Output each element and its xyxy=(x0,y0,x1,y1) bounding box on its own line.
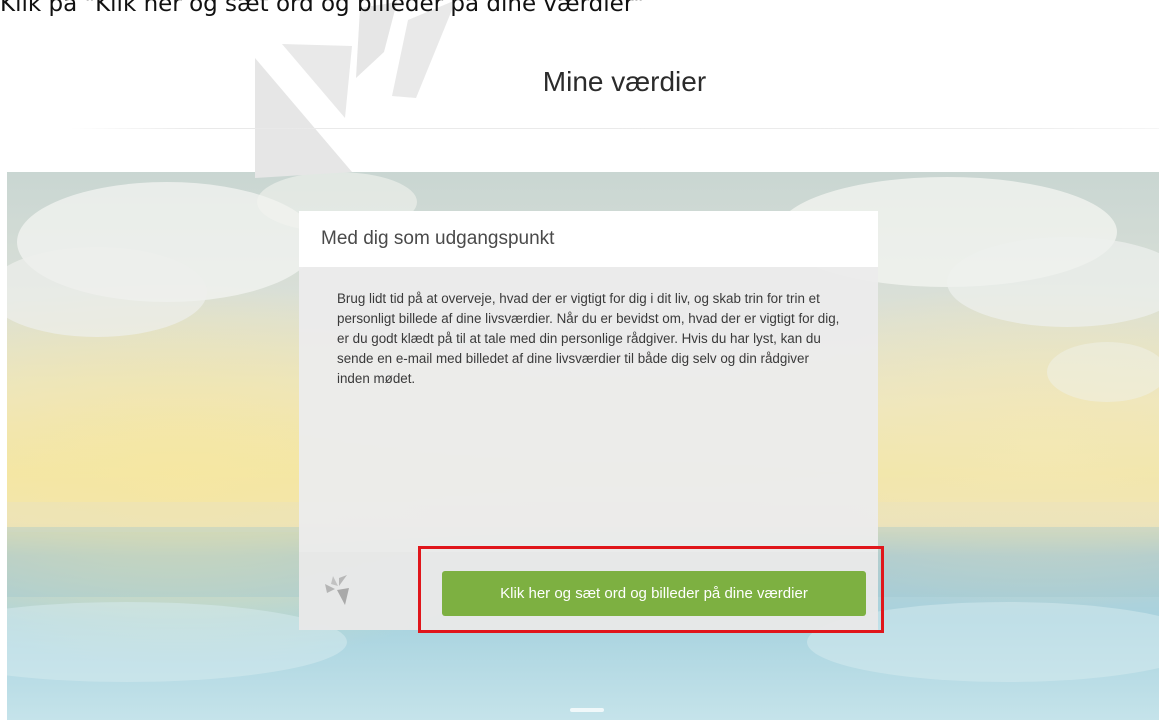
instruction-text: Klik på "Klik her og sæt ord og billeder… xyxy=(0,0,644,17)
card-body: Brug lidt tid på at overveje, hvad der e… xyxy=(299,267,878,552)
highlight-box xyxy=(418,546,884,633)
header-divider xyxy=(70,128,1159,129)
card-header: Med dig som udgangspunkt xyxy=(299,211,878,267)
card-description: Brug lidt tid på at overveje, hvad der e… xyxy=(337,291,840,386)
scroll-indicator xyxy=(570,708,604,712)
card-title: Med dig som udgangspunkt xyxy=(321,228,555,249)
page-title: Mine værdier xyxy=(542,66,707,97)
bird-logo-icon xyxy=(321,572,351,611)
